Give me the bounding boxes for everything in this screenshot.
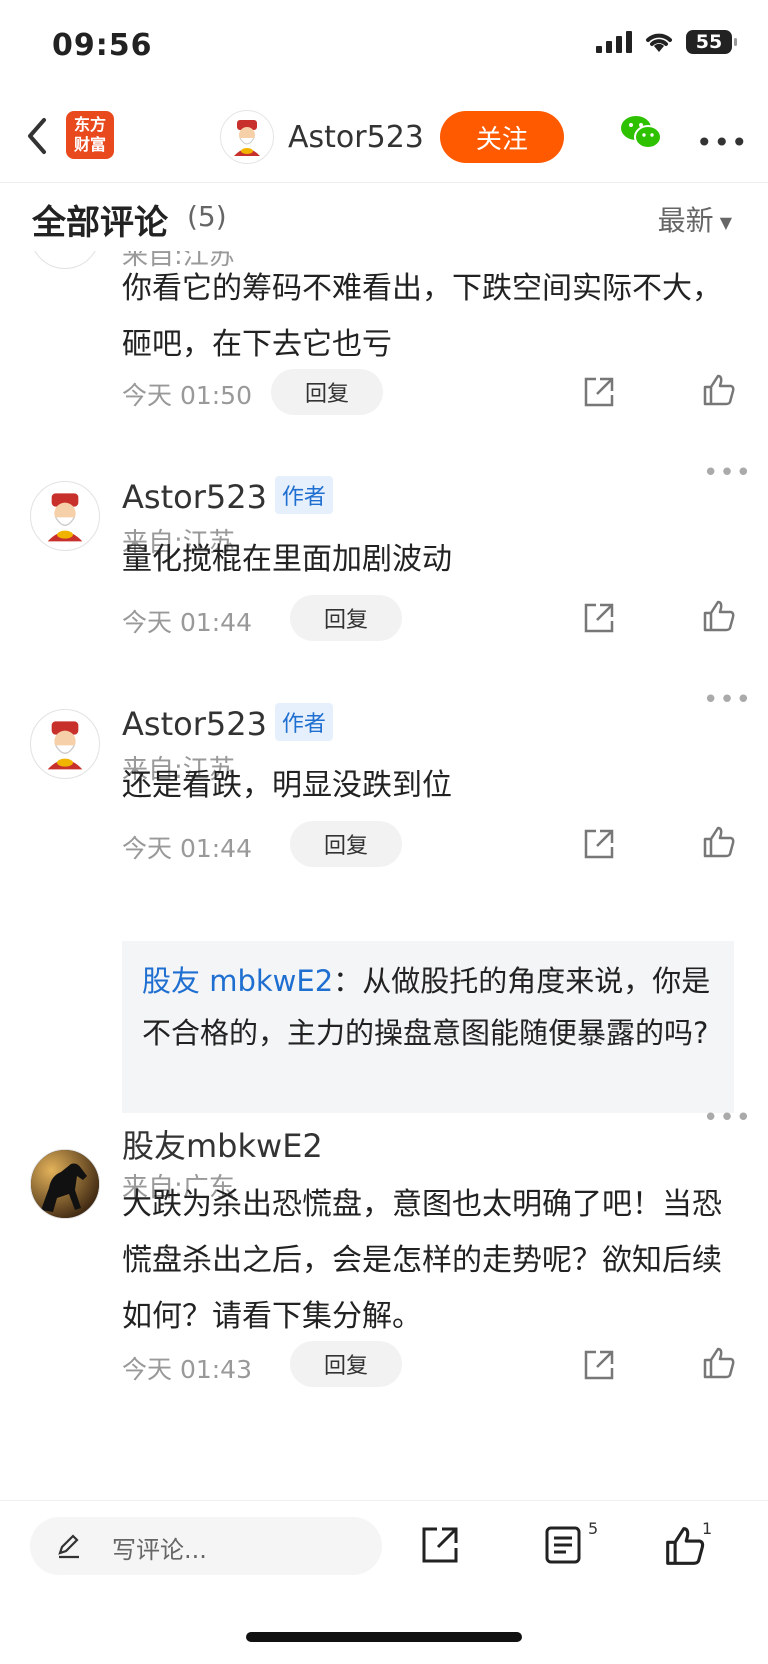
pen-icon <box>58 1534 79 1559</box>
like-count-badge: 1 <box>702 1519 713 1538</box>
author-badge: 作者 <box>274 703 333 741</box>
comment-list: 来自:江苏 你看它的筹码不难看出，下跌空间实际不大，砸吧，在下去它也亏 今天 0… <box>0 251 768 1499</box>
comment-more-icon[interactable]: ••• <box>703 685 752 715</box>
comments-header: 全部评论 (5) 最新 ▼ <box>0 183 768 251</box>
home-indicator <box>246 1632 522 1642</box>
quoted-reply[interactable]: 股友 mbkwE2：从做股托的角度来说，你是不合格的，主力的操盘意图能随便暴露的… <box>122 941 734 1113</box>
sort-label: 最新 <box>657 204 714 237</box>
comment-username[interactable]: Astor523 作者 <box>122 476 333 516</box>
comment-time: 今天 01:44 <box>122 608 252 637</box>
like-icon[interactable] <box>702 1346 736 1380</box>
caishen-avatar-icon <box>47 721 83 770</box>
reply-button[interactable]: 回复 <box>290 1341 402 1387</box>
username-text: Astor523 <box>122 478 267 516</box>
comment-more-icon[interactable]: ••• <box>703 1103 752 1133</box>
like-icon[interactable] <box>702 825 736 859</box>
status-time: 09:56 <box>52 28 153 63</box>
username-text: Astor523 <box>122 705 267 743</box>
comment-text: 大跌为杀出恐慌盘，意图也太明确了吧！当恐慌盘杀出之后，会是怎样的走势呢？欲知后续… <box>122 1187 722 1334</box>
comment-input[interactable]: 写评论... <box>30 1517 382 1575</box>
comment-list-icon[interactable] <box>544 1525 582 1565</box>
like-icon[interactable] <box>664 1525 706 1567</box>
follow-button[interactable]: 关注 <box>439 111 564 163</box>
nav-user: Astor523 关注 <box>220 110 564 164</box>
wechat-share-icon[interactable] <box>620 114 662 152</box>
logo-text-2: 财富 <box>73 135 106 154</box>
comments-title: 全部评论 <box>32 203 168 243</box>
logo-text-1: 东方 <box>73 115 106 134</box>
avatar[interactable] <box>30 481 100 551</box>
back-icon[interactable] <box>22 114 52 158</box>
quoted-reply-text: 股友 mbkwE2：从做股托的角度来说，你是不合格的，主力的操盘意图能随便暴露的… <box>142 955 712 1059</box>
reply-button[interactable]: 回复 <box>290 821 402 867</box>
comments-count: (5) <box>187 200 227 233</box>
nav-avatar[interactable] <box>220 110 274 164</box>
reply-button[interactable]: 回复 <box>290 595 402 641</box>
comment-time: 今天 01:44 <box>122 834 252 863</box>
caishen-avatar-icon <box>234 120 260 156</box>
comment-time: 今天 01:50 <box>122 381 252 410</box>
comment-text: 你看它的筹码不难看出，下跌空间实际不大，砸吧，在下去它也亏 <box>122 271 722 362</box>
reply-button[interactable]: 回复 <box>271 369 383 415</box>
avatar[interactable] <box>30 1149 100 1219</box>
status-bar: 09:56 55 <box>0 0 768 96</box>
wifi-icon <box>646 33 672 52</box>
share-icon[interactable] <box>582 1348 616 1382</box>
comment-username[interactable]: Astor523 作者 <box>122 703 333 743</box>
comment-time: 今天 01:43 <box>122 1355 252 1384</box>
comment-more-icon[interactable]: ••• <box>703 458 752 488</box>
comment-placeholder: 写评论... <box>112 1536 207 1564</box>
battery-icon: 55 <box>686 30 737 54</box>
quoted-username[interactable]: 股友 mbkwE2 <box>142 964 333 998</box>
comment-username[interactable]: 股友mbkwE2 <box>122 1121 323 1167</box>
status-icons: 55 <box>596 30 737 54</box>
caret-down-icon: ▼ <box>719 212 732 232</box>
share-icon[interactable] <box>582 375 616 409</box>
app-logo[interactable]: 东方 财富 <box>66 111 114 159</box>
author-badge: 作者 <box>274 476 333 514</box>
comment-text: 量化搅棍在里面加剧波动 <box>122 542 452 577</box>
avatar[interactable] <box>30 251 100 269</box>
share-icon[interactable] <box>582 601 616 635</box>
avatar[interactable] <box>30 709 100 779</box>
quote-separator: ： <box>333 964 363 998</box>
sort-dropdown[interactable]: 最新 ▼ <box>658 199 732 239</box>
share-icon[interactable] <box>582 827 616 861</box>
share-icon[interactable] <box>420 1525 460 1565</box>
like-icon[interactable] <box>702 599 736 633</box>
horse-avatar-icon <box>31 1150 99 1218</box>
more-options-icon[interactable]: ••• <box>696 126 749 159</box>
comment-text: 还是看跌，明显没跌到位 <box>122 768 452 803</box>
caishen-avatar-icon <box>47 493 83 542</box>
like-icon[interactable] <box>702 373 736 407</box>
nav-username[interactable]: Astor523 <box>288 120 424 155</box>
comment-count-badge: 5 <box>588 1519 599 1538</box>
signal-icon <box>596 31 632 53</box>
nav-bar: 东方 财富 Astor523 关注 ••• <box>0 96 768 183</box>
battery-level: 55 <box>695 31 723 53</box>
